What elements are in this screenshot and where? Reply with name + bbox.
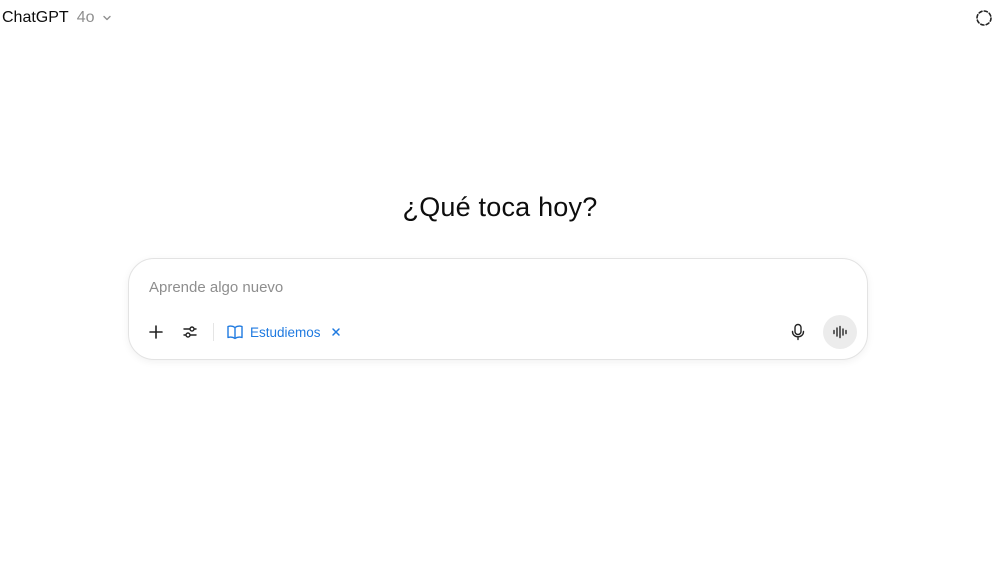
composer: Estudiemos (128, 258, 868, 360)
composer-toolbar: Estudiemos (143, 315, 857, 349)
toolbar-divider (213, 323, 214, 341)
open-book-icon (226, 324, 244, 340)
study-mode-chip[interactable]: Estudiemos (222, 319, 345, 345)
add-attachment-button[interactable] (143, 319, 169, 345)
prompt-input[interactable] (149, 275, 839, 299)
microphone-icon (790, 323, 806, 341)
tools-button[interactable] (177, 319, 203, 345)
temporary-chat-button[interactable] (974, 8, 994, 28)
plus-icon (148, 324, 164, 340)
sliders-icon (182, 324, 198, 340)
study-mode-label: Estudiemos (250, 324, 321, 340)
voice-waveform-icon (832, 324, 848, 340)
model-name: ChatGPT (2, 9, 69, 26)
close-icon[interactable] (331, 327, 341, 337)
model-version: 4o (76, 9, 95, 26)
chatgpt-app: ChatGPT 4o ¿Qué toca hoy? Aprende algo n… (0, 0, 1000, 567)
chevron-down-icon (101, 12, 113, 24)
dashed-circle-icon (975, 9, 993, 27)
page-heading: ¿Qué toca hoy? (402, 192, 598, 222)
dictate-button[interactable] (783, 317, 813, 347)
model-switcher[interactable]: ChatGPT 4o (2, 7, 113, 29)
voice-mode-button[interactable] (823, 315, 857, 349)
